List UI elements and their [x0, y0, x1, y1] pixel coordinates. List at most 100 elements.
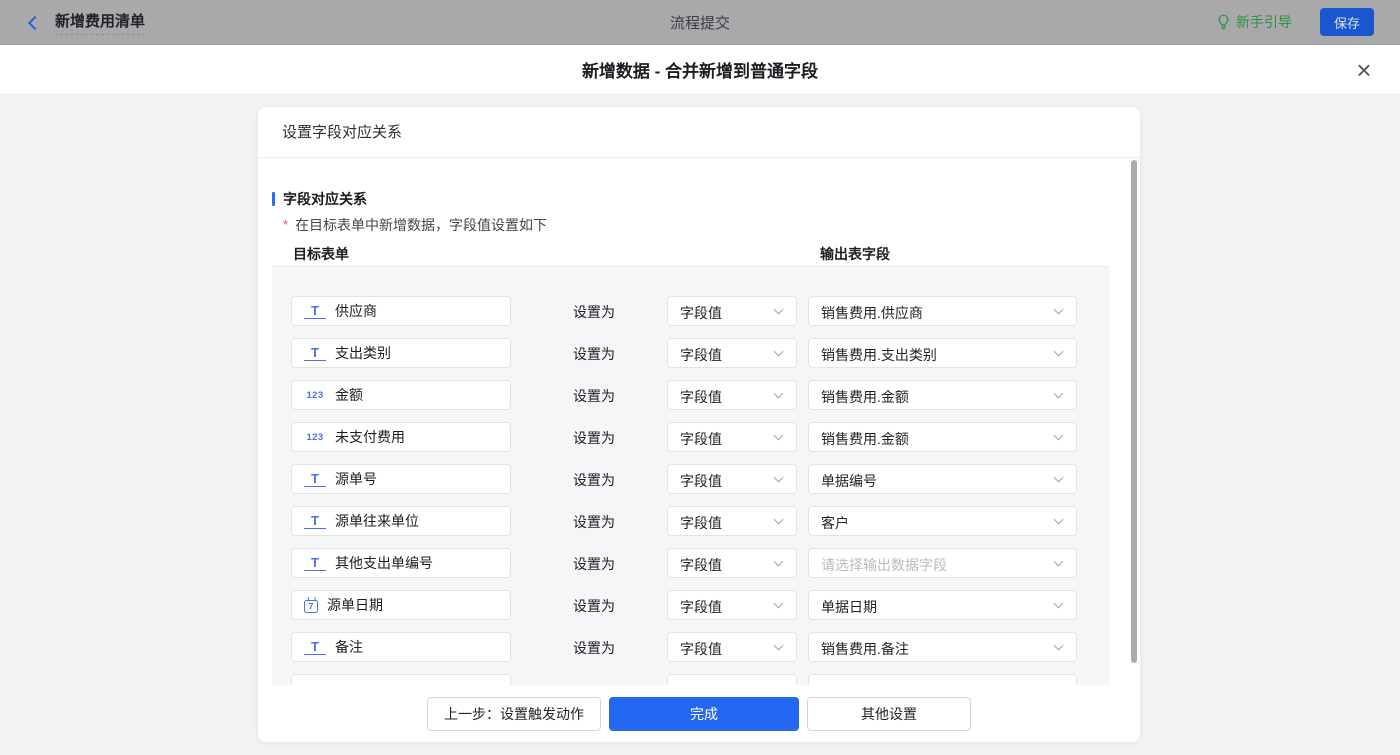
previous-step-button[interactable]: 上一步：设置触发动作: [427, 696, 601, 731]
target-field-label: 金额: [335, 387, 363, 403]
target-field-label: 供应商: [335, 303, 377, 319]
column-header-target-form: 目标表单: [293, 246, 349, 262]
section-title-label: 字段对应关系: [283, 191, 367, 207]
beginner-guide-link[interactable]: 新手引导: [1217, 12, 1292, 32]
output-field-value: 销售费用.支出类别: [821, 347, 937, 363]
scrollbar-thumb[interactable]: [1131, 160, 1137, 663]
flow-name[interactable]: 新增费用清单: [55, 10, 146, 35]
column-header-output-field: 输出表字段: [820, 246, 890, 262]
output-field-select[interactable]: 销售费用.支出类别: [808, 338, 1077, 368]
mapping-row: T 其他支出单编号 设置为 字段值 请选择输出数据字段: [272, 548, 1110, 578]
set-as-label: 设置为: [573, 514, 615, 530]
card-footer: 上一步：设置触发动作 完成 其他设置: [258, 685, 1140, 742]
target-field-box: 123 未支付费用: [291, 422, 511, 452]
chevron-down-icon: [773, 304, 784, 315]
section-note-text: 在目标表单中新增数据，字段值设置如下: [295, 217, 548, 233]
target-field-box: T 其他支出单编号: [291, 548, 511, 578]
mapping-row: 123 未支付费用 设置为 字段值 销售费用.金额: [272, 422, 1110, 452]
mapping-row: T 源单号 设置为 字段值 单据编号: [272, 464, 1110, 494]
chevron-down-icon: [773, 472, 784, 483]
mapping-row: T 支出类别 设置为 字段值 销售费用.支出类别: [272, 338, 1110, 368]
field-type-icon: 123: [306, 431, 324, 443]
value-mode-select[interactable]: 字段值: [667, 506, 797, 536]
chevron-down-icon: [1053, 304, 1064, 315]
modal-title: 新增数据 - 合并新增到普通字段: [581, 62, 819, 81]
mapping-row: 123 金额 设置为 字段值 销售费用.金额: [272, 380, 1110, 410]
field-type-icon: 7: [304, 597, 318, 613]
chevron-down-icon: [773, 514, 784, 525]
value-mode-value: 字段值: [680, 641, 722, 657]
set-as-label: 设置为: [573, 598, 615, 614]
chevron-down-icon: [773, 430, 784, 441]
chevron-down-icon: [773, 598, 784, 609]
set-as-label: 设置为: [573, 430, 615, 446]
value-mode-value: 字段值: [680, 305, 722, 321]
value-mode-select[interactable]: [667, 674, 797, 685]
value-mode-select[interactable]: 字段值: [667, 422, 797, 452]
mapping-row: T 备注 设置为 字段值 销售费用.备注: [272, 632, 1110, 662]
flow-mode-title: 流程提交: [669, 14, 730, 32]
output-field-select[interactable]: 单据日期: [808, 590, 1077, 620]
field-type-icon: 123: [306, 389, 324, 401]
target-field-label: 其他支出单编号: [335, 555, 433, 571]
chevron-down-icon: [1053, 556, 1064, 567]
bulb-icon: [1218, 14, 1229, 30]
chevron-down-icon: [1053, 472, 1064, 483]
value-mode-select[interactable]: 字段值: [667, 338, 797, 368]
target-field-label: 备注: [335, 639, 363, 655]
mapping-row: T 源单往来单位 设置为 字段值 客户: [272, 506, 1110, 536]
value-mode-value: 字段值: [680, 599, 722, 615]
back-icon[interactable]: [27, 15, 43, 30]
output-field-value: 销售费用.金额: [821, 389, 909, 405]
field-type-icon: T: [304, 640, 326, 655]
output-field-select[interactable]: [808, 674, 1077, 685]
value-mode-select[interactable]: 字段值: [667, 464, 797, 494]
target-field-label: 支出类别: [335, 345, 391, 361]
output-field-select[interactable]: 销售费用.金额: [808, 422, 1077, 452]
value-mode-select[interactable]: 字段值: [667, 296, 797, 326]
target-field-box: T 源单往来单位: [291, 506, 511, 536]
chevron-down-icon: [1053, 514, 1064, 525]
output-field-select[interactable]: 请选择输出数据字段: [808, 548, 1077, 578]
field-type-icon: T: [304, 346, 326, 361]
value-mode-select[interactable]: 字段值: [667, 632, 797, 662]
topbar-right: 新手引导 保存: [1217, 0, 1374, 44]
card-header-title: 设置字段对应关系: [258, 107, 1140, 158]
value-mode-select[interactable]: 字段值: [667, 380, 797, 410]
set-as-label: 设置为: [573, 388, 615, 404]
set-as-label: 设置为: [573, 472, 615, 488]
output-field-select[interactable]: 客户: [808, 506, 1077, 536]
target-field-box: 123 金额: [291, 380, 511, 410]
output-field-select[interactable]: 单据编号: [808, 464, 1077, 494]
topbar-left: 新增费用清单: [27, 0, 146, 44]
target-field-box: T 源单号: [291, 464, 511, 494]
save-button[interactable]: 保存: [1320, 8, 1374, 36]
output-field-value: 请选择输出数据字段: [821, 557, 947, 573]
output-field-value: 销售费用.备注: [821, 641, 909, 657]
chevron-down-icon: [773, 556, 784, 567]
section-accent-bar: [272, 192, 275, 206]
chevron-down-icon: [773, 640, 784, 651]
output-field-value: 销售费用.金额: [821, 431, 909, 447]
output-field-select[interactable]: 销售费用.备注: [808, 632, 1077, 662]
output-field-select[interactable]: 销售费用.供应商: [808, 296, 1077, 326]
other-settings-button[interactable]: 其他设置: [807, 696, 971, 731]
target-field-box: T 支出类别: [291, 338, 511, 368]
close-icon[interactable]: ×: [1350, 45, 1378, 94]
output-field-value: 客户: [821, 515, 849, 531]
chevron-down-icon: [1053, 388, 1064, 399]
chevron-down-icon: [773, 346, 784, 357]
field-type-icon: T: [304, 472, 326, 487]
mapping-row: [272, 674, 1110, 685]
value-mode-value: 字段值: [680, 557, 722, 573]
modal-titlebar: 新增数据 - 合并新增到普通字段 ×: [0, 45, 1400, 95]
value-mode-select[interactable]: 字段值: [667, 590, 797, 620]
chevron-down-icon: [1053, 346, 1064, 357]
set-as-label: 设置为: [573, 640, 615, 656]
output-field-value: 单据编号: [821, 473, 877, 489]
output-field-select[interactable]: 销售费用.金额: [808, 380, 1077, 410]
value-mode-select[interactable]: 字段值: [667, 548, 797, 578]
set-as-label: 设置为: [573, 556, 615, 572]
done-button[interactable]: 完成: [609, 696, 799, 731]
section-note: * 在目标表单中新增数据，字段值设置如下: [283, 215, 547, 235]
